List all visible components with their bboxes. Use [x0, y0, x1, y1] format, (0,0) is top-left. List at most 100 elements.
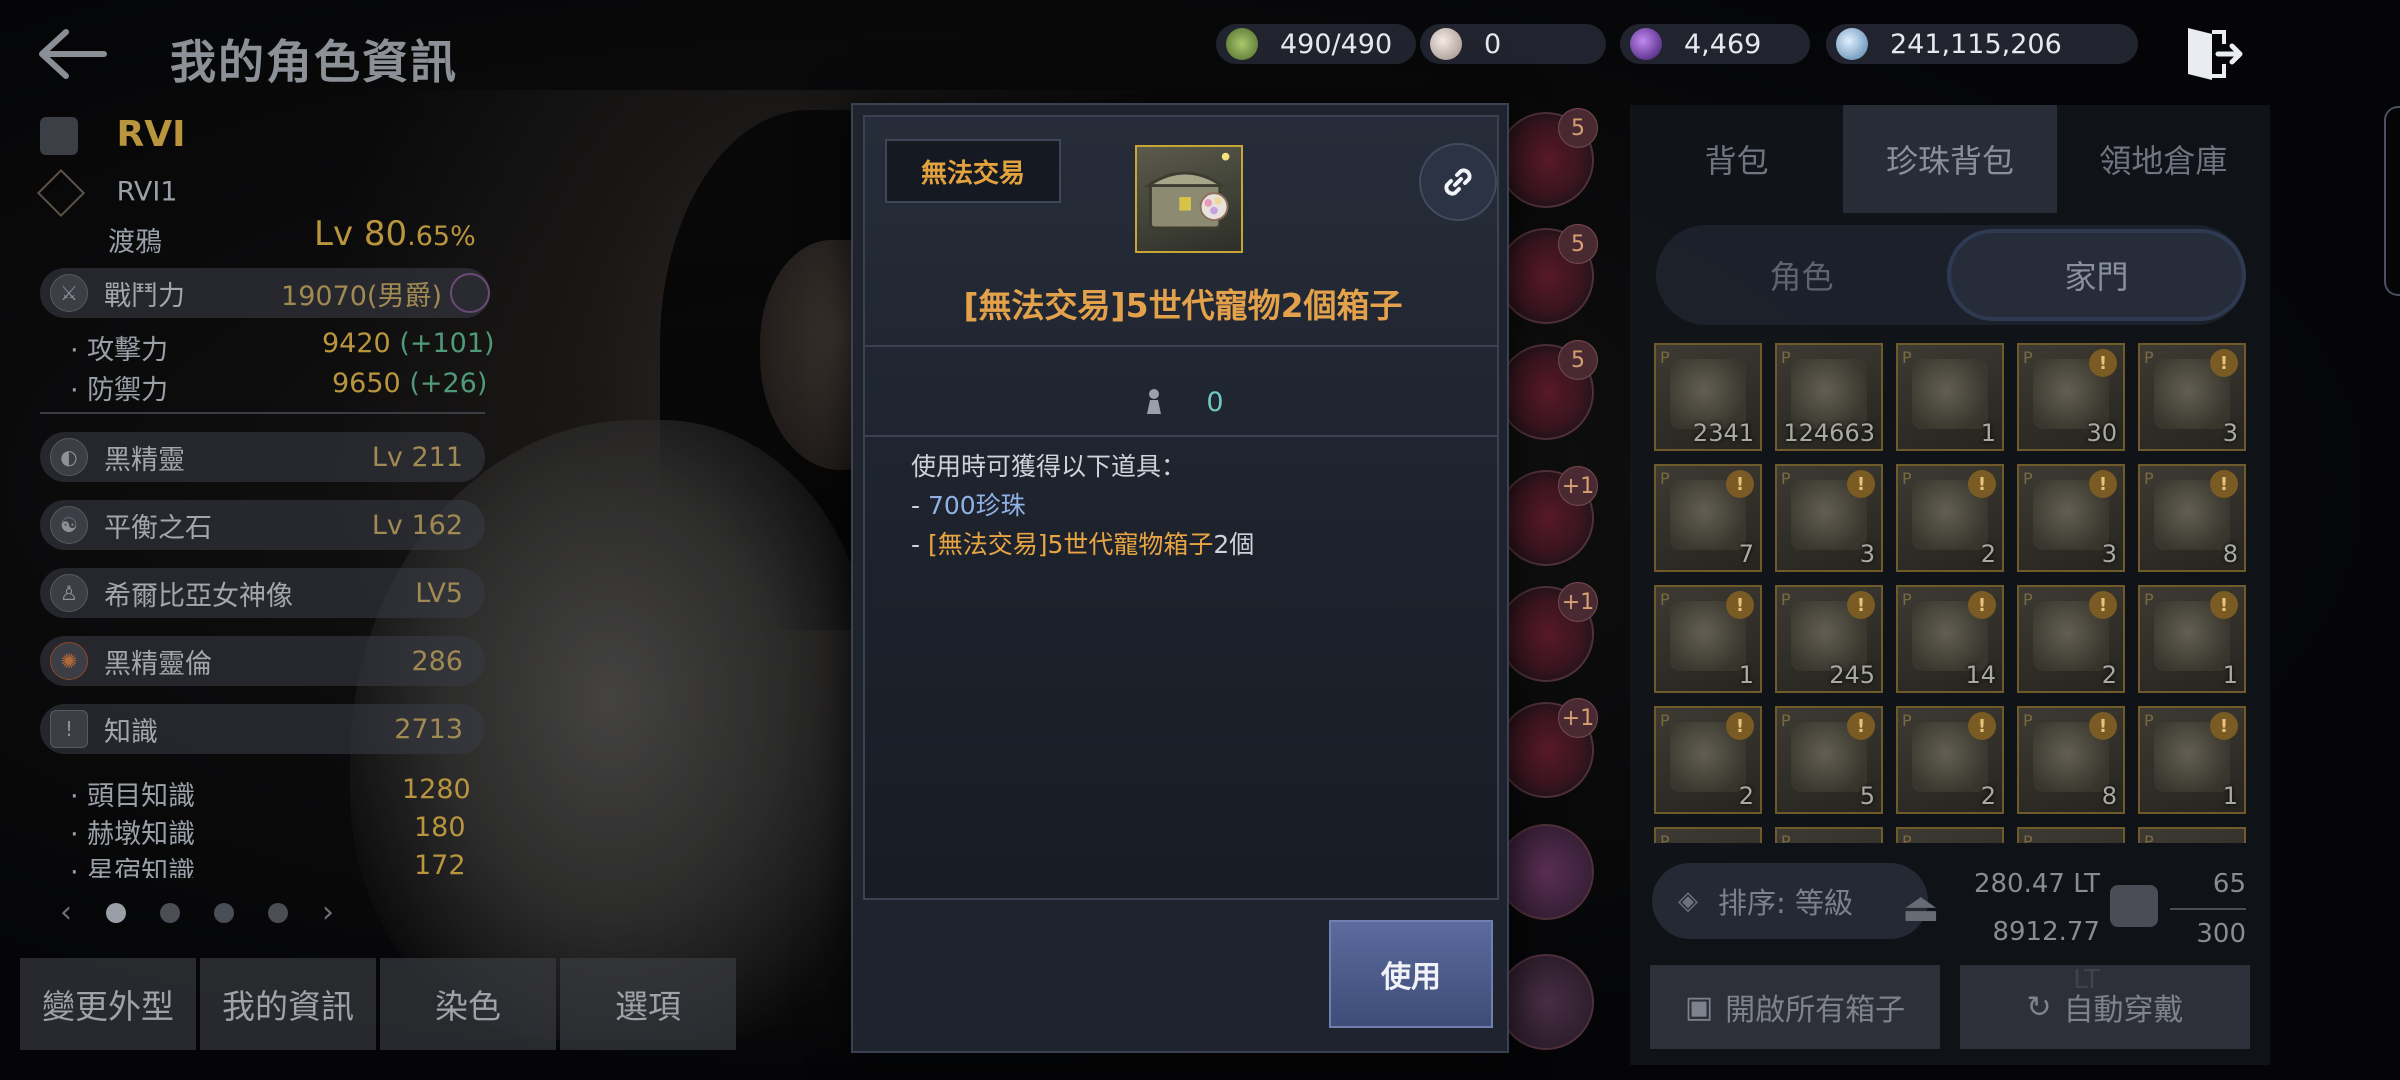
inventory-tabs: 背包 珍珠背包 領地倉庫: [1630, 105, 2270, 213]
inventory-slot[interactable]: P: [1775, 827, 1883, 843]
combat-power-row[interactable]: ⚔ 戰鬥力 19070(男爵): [40, 268, 490, 318]
alert-icon: !: [1847, 470, 1875, 498]
use-button[interactable]: 使用: [1329, 920, 1493, 1028]
inventory-slot[interactable]: P! 14: [1896, 585, 2004, 693]
inventory-slot[interactable]: P 2341: [1654, 343, 1762, 451]
bag-icon: [2110, 885, 2158, 927]
alert-icon: !: [1968, 470, 1996, 498]
inventory-slot[interactable]: P! 5: [1775, 706, 1883, 814]
inventory-slot[interactable]: P! 245: [1775, 585, 1883, 693]
knowledge-star-value: 172: [414, 850, 466, 878]
item-description: 使用時可獲得以下道具： - 700珍珠 - [無法交易]5世代寵物箱子2個: [911, 452, 1255, 559]
item-count: 14: [1965, 661, 1996, 689]
side-edge-tab[interactable]: [2384, 106, 2400, 296]
sort-button[interactable]: ◈ 排序: 等級: [1652, 863, 1928, 939]
page-dot[interactable]: [268, 902, 288, 923]
inventory-slot[interactable]: P! 1: [2138, 585, 2246, 693]
tab-pearl-bag[interactable]: 珍珠背包: [1843, 105, 2057, 213]
black-spirit-icon: ◐: [50, 438, 88, 476]
tab-options[interactable]: 選項: [560, 958, 736, 1050]
inventory-slot[interactable]: P! 3: [2017, 464, 2125, 572]
stat-black-spirit-rune[interactable]: ✺ 黑精靈倫 286: [40, 636, 485, 686]
open-all-boxes-button[interactable]: ▣ 開啟所有箱子: [1650, 965, 1940, 1049]
knowledge-boss: · 頭目知識: [70, 781, 196, 812]
page-dot[interactable]: [214, 902, 234, 923]
inventory-slot[interactable]: P! 1: [1654, 585, 1762, 693]
equipment-slot[interactable]: [1498, 954, 1594, 1050]
item-detail-panel: 無法交易 [無法交易]5世代寵物2個箱子 0 使用時可獲得以下道具： - 700…: [863, 115, 1499, 900]
tab-bag[interactable]: 背包: [1630, 105, 1843, 213]
item-count: 3: [1859, 540, 1875, 568]
item-count: 30: [2086, 419, 2117, 447]
inventory-slot[interactable]: P! 7: [1654, 464, 1762, 572]
inventory-slot[interactable]: P! 2: [1896, 706, 2004, 814]
item-count: 5: [1859, 782, 1875, 810]
share-link-button[interactable]: [1419, 143, 1497, 221]
inventory-slot[interactable]: P! 8: [2138, 464, 2246, 572]
level: Lv 80.65%: [314, 214, 476, 254]
item-count: 1: [1738, 661, 1754, 689]
class-name: 渡鴉: [108, 227, 162, 258]
untradeable-tag: 無法交易: [885, 139, 1061, 203]
equipment-slot[interactable]: [1498, 824, 1594, 920]
link-icon: [1444, 168, 1472, 196]
item-count: 1: [1980, 419, 1996, 447]
segment-family[interactable]: 家門: [1947, 229, 2246, 321]
tab-change-appearance[interactable]: 變更外型: [20, 958, 196, 1050]
inventory-slot[interactable]: P 124663: [1775, 343, 1883, 451]
class-emblem-icon: [36, 168, 86, 218]
bottom-tab-bar: 變更外型 我的資訊 染色 選項: [20, 958, 736, 1050]
energy-icon: [1226, 28, 1258, 60]
alert-icon: !: [2210, 712, 2238, 740]
alert-icon: !: [1726, 470, 1754, 498]
slot-tag: P: [2023, 348, 2033, 367]
inventory-slot[interactable]: P! 8: [2017, 706, 2125, 814]
inventory-slot[interactable]: P! 3: [1775, 464, 1883, 572]
page-dot[interactable]: [160, 902, 180, 923]
inventory-slot[interactable]: P! 1: [2138, 706, 2246, 814]
equipment-slot[interactable]: +1: [1498, 466, 1598, 566]
stat-goddess-statue[interactable]: ♙ 希爾比亞女神像 LV5: [40, 568, 485, 618]
equipment-slot[interactable]: 5: [1498, 340, 1598, 440]
stat-knowledge[interactable]: ! 知識 2713: [40, 704, 485, 754]
prev-page-icon[interactable]: ‹: [60, 895, 72, 930]
stat-balance-stone[interactable]: ☯ 平衡之石 Lv 162: [40, 500, 485, 550]
knowledge-hedun: · 赫墩知識: [70, 819, 196, 850]
inventory-slot[interactable]: P! 2: [1654, 706, 1762, 814]
exit-icon[interactable]: [2180, 22, 2244, 86]
inventory-slot[interactable]: P: [1654, 827, 1762, 843]
slot-tag: P: [2023, 469, 2033, 488]
equipment-slot[interactable]: 5: [1498, 108, 1598, 208]
alert-icon: !: [2089, 591, 2117, 619]
equipment-slot[interactable]: 5: [1498, 224, 1598, 324]
alert-icon: !: [1726, 591, 1754, 619]
inventory-slot[interactable]: P! 2: [1896, 464, 2004, 572]
next-page-icon[interactable]: ›: [322, 895, 334, 930]
alert-icon: !: [2089, 712, 2117, 740]
auto-equip-button[interactable]: ↻ 自動穿戴: [1960, 965, 2250, 1049]
alert-icon: !: [2089, 470, 2117, 498]
tab-territory-storage[interactable]: 領地倉庫: [2057, 105, 2270, 213]
inventory-slot[interactable]: P! 2: [2017, 585, 2125, 693]
knowledge-book-icon: !: [50, 710, 88, 748]
attack-row: · 攻擊力: [70, 335, 169, 366]
equipment-slot[interactable]: +1: [1498, 582, 1598, 682]
equipment-slot[interactable]: +1: [1498, 698, 1598, 798]
item-count: 2341: [1692, 419, 1754, 447]
inventory-slot[interactable]: P: [1896, 827, 2004, 843]
segment-character[interactable]: 角色: [1656, 229, 1947, 321]
inventory-slot[interactable]: P! 3: [2138, 343, 2246, 451]
inventory-slot[interactable]: P1: [1896, 343, 2004, 451]
tab-dye[interactable]: 染色: [380, 958, 556, 1050]
back-arrow-icon[interactable]: [36, 28, 108, 80]
inventory-slot[interactable]: P: [2017, 827, 2125, 843]
inventory-slot[interactable]: P: [2138, 827, 2246, 843]
page-dot[interactable]: [106, 902, 126, 923]
owner-segment: 角色 家門: [1656, 225, 2246, 325]
tab-my-info[interactable]: 我的資訊: [200, 958, 376, 1050]
stat-black-spirit[interactable]: ◐ 黑精靈 Lv 211: [40, 432, 485, 482]
purple-orb-icon: [1630, 28, 1662, 60]
alert-icon: !: [2210, 470, 2238, 498]
inventory-slot[interactable]: P! 30: [2017, 343, 2125, 451]
char-name-row: RVI1: [36, 168, 178, 218]
